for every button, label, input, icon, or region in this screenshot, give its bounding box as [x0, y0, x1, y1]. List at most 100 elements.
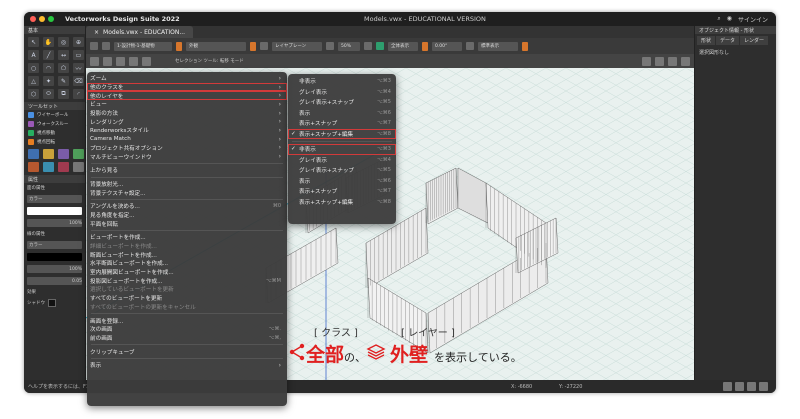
- line-tool-icon[interactable]: ╱: [43, 50, 54, 60]
- menu-item[interactable]: すべてのビューポートを更新: [87, 294, 287, 303]
- detail-icon[interactable]: [28, 162, 39, 172]
- view-bar-icon[interactable]: [102, 42, 110, 50]
- search-icon[interactable]: ⌕: [717, 15, 720, 24]
- menu-item[interactable]: 他のクラスを ›: [87, 82, 287, 92]
- line-color-swatch[interactable]: [27, 253, 82, 261]
- machine-icon[interactable]: [58, 162, 69, 172]
- submenu-item[interactable]: 表示 ⌥⌘6: [288, 176, 396, 187]
- menu-item[interactable]: 他のレイヤを ›: [87, 91, 287, 101]
- user-icon[interactable]: ◉: [727, 15, 732, 24]
- menu-item[interactable]: Renderworksスタイル ›: [87, 126, 287, 135]
- zoom-window-button[interactable]: [48, 16, 54, 22]
- menu-item[interactable]: 選択しているビューポートを更新: [87, 285, 287, 294]
- layout-icon[interactable]: [723, 382, 732, 391]
- submenu-item[interactable]: グレイ表示 ⌥⌘4: [288, 155, 396, 166]
- tab-render[interactable]: レンダー: [740, 36, 769, 45]
- select-mode-icon[interactable]: [90, 56, 99, 66]
- submenu-item[interactable]: グレイ表示+スナップ ⌥⌘5: [288, 97, 396, 108]
- freehand-tool-icon[interactable]: ✎: [58, 76, 69, 86]
- render-dropdown[interactable]: 全体表示: [388, 41, 418, 51]
- ellipse-tool-icon[interactable]: ⬭: [43, 89, 54, 99]
- eyedropper-tool-icon[interactable]: ⌫: [73, 76, 84, 86]
- minimize-window-button[interactable]: [39, 16, 45, 22]
- menu-item[interactable]: 背景テクスチャ設定...: [87, 188, 287, 197]
- selection-tool-icon[interactable]: ↖: [28, 37, 39, 47]
- layer-icon[interactable]: [260, 42, 268, 50]
- view-icon[interactable]: [466, 42, 474, 50]
- tab-data[interactable]: データ: [716, 36, 740, 45]
- zoom-tool-icon[interactable]: ⊕: [73, 37, 84, 47]
- menu-item[interactable]: 水平断面ビューポートを作成...: [87, 259, 287, 268]
- menu-item[interactable]: ビュー ›: [87, 100, 287, 109]
- text-tool-icon[interactable]: A: [28, 50, 39, 60]
- standard-dropdown[interactable]: 標準表示: [478, 41, 518, 51]
- settings-mode-icon[interactable]: [142, 56, 151, 66]
- view-dropdown[interactable]: 外観: [186, 41, 246, 51]
- star-tool-icon[interactable]: ✦: [43, 76, 54, 86]
- angle-field[interactable]: 0.00°: [432, 41, 462, 51]
- standard-view-icon[interactable]: [326, 42, 334, 50]
- render-mode-icon[interactable]: [376, 42, 384, 50]
- arc-tool-icon[interactable]: ◠: [43, 63, 54, 73]
- menu-item[interactable]: ズーム ›: [87, 74, 287, 83]
- misc-icon[interactable]: [73, 162, 84, 172]
- menu-item[interactable]: マルチビューウインドウ ›: [87, 152, 287, 161]
- furniture-icon[interactable]: [58, 149, 69, 159]
- toolset-item[interactable]: 視点回転: [24, 137, 85, 146]
- flyover-icon[interactable]: [681, 56, 690, 66]
- submenu-item[interactable]: 表示 ⌥⌘6: [288, 108, 396, 119]
- toolset-item[interactable]: ウォークスルー: [24, 119, 85, 128]
- site-icon[interactable]: [43, 149, 54, 159]
- snap-settings-icon[interactable]: [655, 56, 664, 66]
- fill-opacity[interactable]: 100%: [27, 219, 82, 227]
- line-style-dropdown[interactable]: カラー: [27, 241, 82, 249]
- view-bar-icon[interactable]: [90, 42, 98, 50]
- polygon-tool-icon[interactable]: ⬠: [58, 63, 69, 73]
- building-icon[interactable]: [28, 149, 39, 159]
- dimension-tool-icon[interactable]: ↔: [58, 50, 69, 60]
- submenu-item[interactable]: ✓ 表示+スナップ+編集 ⌥⌘8: [288, 128, 396, 139]
- menu-item[interactable]: 次の画面 ⌥⌘.: [87, 325, 287, 334]
- menu-item[interactable]: アングルを決める... ⌘0: [87, 202, 287, 211]
- fill-color-swatch[interactable]: [27, 207, 82, 215]
- submenu-item[interactable]: 表示+スナップ ⌥⌘7: [288, 186, 396, 197]
- layer-plane-dropdown[interactable]: レイヤプレーン: [272, 41, 322, 51]
- offset-tool-icon[interactable]: ⧉: [58, 89, 69, 99]
- visualize-icon[interactable]: [43, 162, 54, 172]
- snap-icon[interactable]: [642, 56, 651, 66]
- rectangle-tool-icon[interactable]: ▭: [73, 50, 84, 60]
- menu-item[interactable]: 見る角度を指定...: [87, 211, 287, 220]
- toolset-item[interactable]: ワイヤーボール: [24, 110, 85, 119]
- menu-item[interactable]: 投影図ビューポートを作成... ⌥⌘M: [87, 276, 287, 285]
- lasso-mode-icon[interactable]: [129, 56, 138, 66]
- menu-item[interactable]: すべてのビューポートの更新をキャンセル: [87, 303, 287, 312]
- menu-item[interactable]: クリップキューブ: [87, 347, 287, 356]
- polyline-tool-icon[interactable]: 〰: [73, 63, 84, 73]
- shadow-swatch[interactable]: [48, 299, 56, 307]
- menu-item[interactable]: Camera Match ›: [87, 135, 287, 144]
- menu-item[interactable]: 室内展開図ビューポートを作成...: [87, 268, 287, 277]
- hexagon-tool-icon[interactable]: ⬡: [28, 89, 39, 99]
- line-opacity[interactable]: 100%: [27, 265, 82, 273]
- render-icon[interactable]: [364, 42, 372, 50]
- play-icon[interactable]: [747, 382, 756, 391]
- flyover-tool-icon[interactable]: ◎: [58, 37, 69, 47]
- pause-icon[interactable]: [759, 382, 768, 391]
- submenu-item[interactable]: ✓ 非表示 ⌥⌘3: [288, 144, 396, 155]
- circle-tool-icon[interactable]: ○: [28, 63, 39, 73]
- close-window-button[interactable]: [30, 16, 36, 22]
- menu-item[interactable]: ビューポートを作成...: [87, 233, 287, 242]
- zoom-field[interactable]: 50%: [338, 41, 360, 51]
- triangle-tool-icon[interactable]: △: [28, 76, 39, 86]
- menu-item[interactable]: 背景放射光...: [87, 180, 287, 189]
- fillet-tool-icon[interactable]: ◜: [73, 89, 84, 99]
- line-thickness[interactable]: 0.05: [27, 277, 82, 285]
- submenu-item[interactable]: 非表示 ⌥⌘3: [288, 76, 396, 87]
- class-dropdown[interactable]: 1-設計物-1-基礎物: [114, 41, 172, 51]
- menu-item[interactable]: 表示 ›: [87, 361, 287, 370]
- transform-mode-icon[interactable]: [103, 56, 112, 66]
- menu-item[interactable]: 前の画面 ⌥⌘,: [87, 334, 287, 343]
- submenu-item[interactable]: グレイ表示 ⌥⌘4: [288, 87, 396, 98]
- menu-item[interactable]: 詳細ビューポートを作成...: [87, 242, 287, 251]
- menu-item[interactable]: 断面ビューポートを作成...: [87, 250, 287, 259]
